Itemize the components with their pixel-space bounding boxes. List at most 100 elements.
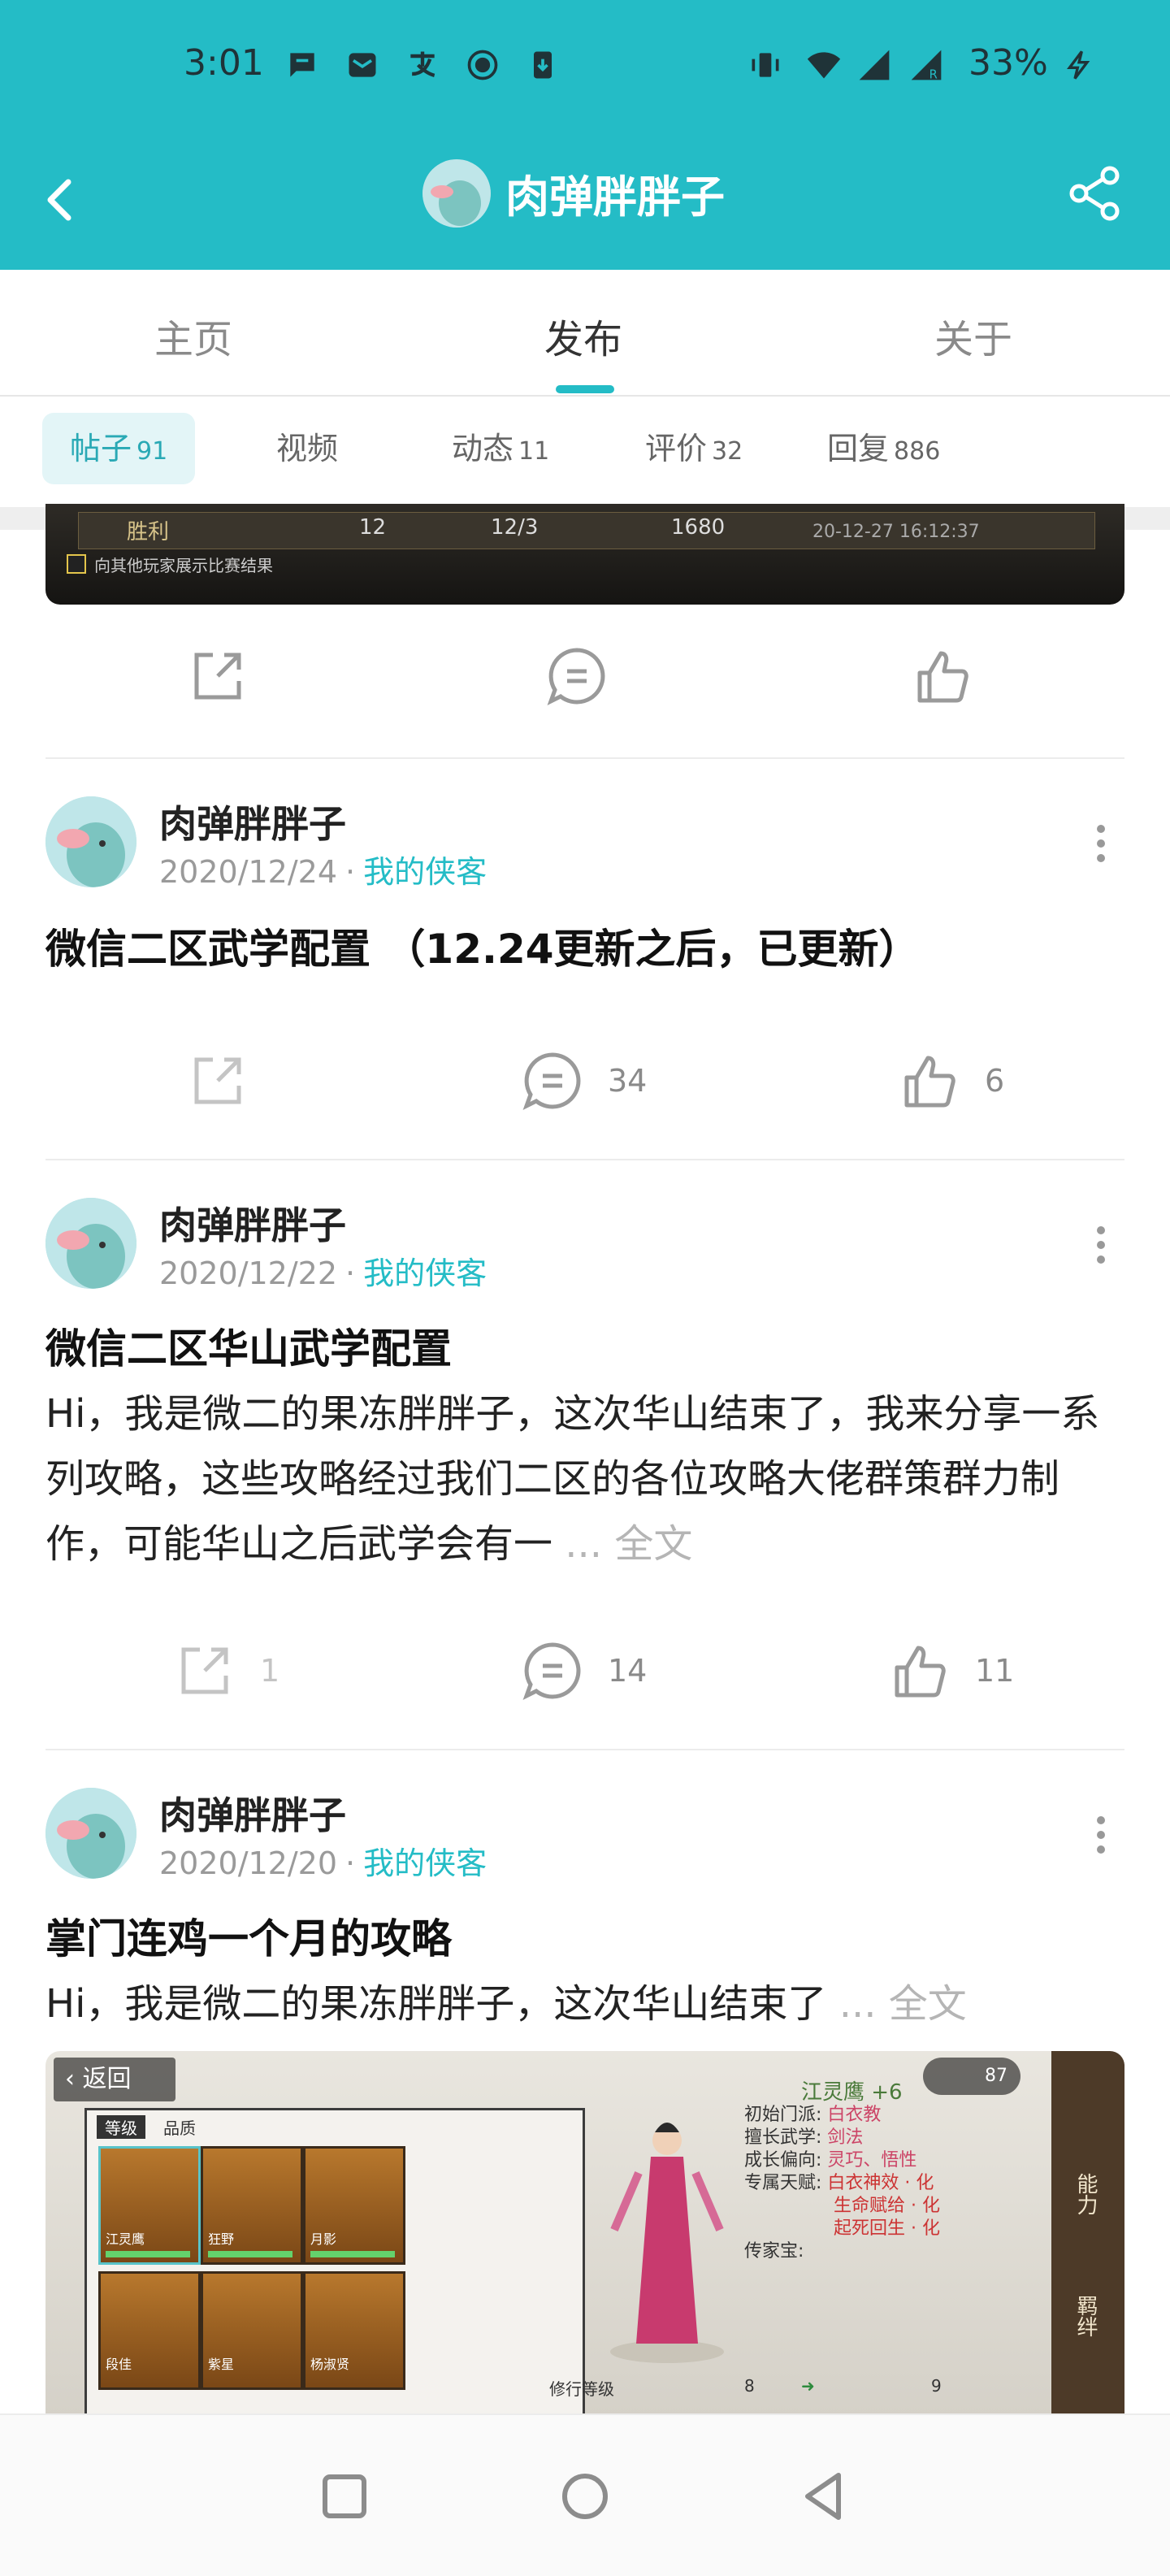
post-body[interactable]: Hi，我是微二的果冻胖胖子，这次华山结束了 ... 全文 — [46, 1971, 1126, 2036]
charging-icon — [1063, 47, 1095, 80]
card-level-bar — [106, 2251, 190, 2257]
comment-count: 34 — [608, 1063, 648, 1099]
checkbox-icon — [67, 554, 86, 574]
tab-home[interactable]: 主页 — [154, 307, 232, 364]
post-meta: 2020/12/20 · 我的侠客 — [159, 1838, 487, 1883]
like-action[interactable] — [910, 644, 975, 709]
download-icon — [525, 47, 557, 80]
character-stats: 初始门派: 白衣教 擅长武学: 剑法 成长偏向: 灵巧、悟性 专属天赋: 白衣神… — [744, 2100, 940, 2262]
post-title[interactable]: 微信二区武学配置 （12.24更新之后，已更新） — [46, 917, 920, 975]
post-excerpt: Hi，我是微二的果冻胖胖子，这次华山结束了 — [46, 1981, 827, 2027]
full-text-link[interactable]: ... 全文 — [565, 1521, 692, 1567]
character-card: 江灵鹰 — [98, 2146, 201, 2265]
wifi-icon — [804, 47, 841, 80]
result-value: 1680 — [671, 515, 726, 540]
divider — [46, 1159, 1124, 1160]
full-text-link[interactable]: ... 全文 — [839, 1981, 967, 2027]
more-options-icon[interactable] — [1089, 1811, 1113, 1859]
chip-label: 视频 — [276, 431, 339, 466]
like-count: 6 — [985, 1063, 1005, 1099]
chip-posts[interactable]: 帖子 91 — [42, 413, 196, 484]
back-nav-button[interactable] — [793, 2464, 858, 2529]
result-label: 胜利 — [127, 520, 170, 544]
post-image[interactable]: 胜利 12 12/3 1680 20-12-27 16:12:37 向其他玩家展… — [46, 504, 1124, 605]
post-meta: 2020/12/22 · 我的侠客 — [159, 1248, 487, 1293]
post-date: 2020/12/24 — [159, 854, 338, 890]
avatar[interactable] — [46, 1198, 136, 1289]
like-action[interactable]: 6 — [897, 1048, 1004, 1113]
divider — [46, 757, 1124, 759]
character-figure — [610, 2123, 724, 2363]
svg-text:R: R — [930, 68, 938, 82]
meta-separator: · — [345, 854, 356, 890]
post-tag[interactable]: 我的侠客 — [363, 1255, 487, 1291]
share-action[interactable] — [185, 1048, 250, 1113]
chip-reviews[interactable]: 评价 32 — [645, 413, 743, 484]
tab-posts[interactable]: 发布 — [544, 307, 622, 364]
post-title[interactable]: 掌门连鸡一个月的攻略 — [46, 1906, 452, 1965]
author-name[interactable]: 肉弹胖胖子 — [159, 1196, 346, 1250]
chip-count: 91 — [136, 437, 168, 466]
chip-activity[interactable]: 动态 11 — [452, 413, 549, 484]
triangle-back-icon — [805, 2473, 841, 2520]
mail-icon — [344, 47, 377, 80]
comment-action[interactable]: 14 — [520, 1638, 647, 1703]
thumbs-up-icon — [904, 1056, 956, 1108]
side-label: 羁绊 — [1073, 2295, 1098, 2337]
share-out-icon — [181, 1647, 228, 1694]
active-tab-indicator — [556, 385, 614, 393]
character-card: 段佳 — [98, 2271, 201, 2390]
side-label: 能力 — [1073, 2173, 1098, 2215]
card-name: 狂野 — [208, 2231, 235, 2247]
page-title: 肉弹胖胖子 — [505, 171, 725, 223]
tab-about[interactable]: 关于 — [934, 307, 1012, 364]
back-arrow-icon: ‹ — [65, 2065, 75, 2093]
avatar[interactable] — [46, 796, 136, 887]
thumbs-up-icon — [895, 1646, 946, 1698]
character-card: 杨淑贤 — [303, 2271, 405, 2390]
post-tag[interactable]: 我的侠客 — [363, 854, 487, 890]
avatar[interactable] — [46, 1788, 136, 1879]
status-bar: 3:01 R 33% — [0, 0, 1170, 130]
post-filter-chips: 帖子 91 视频 动态 11 评价 32 回复 886 — [0, 397, 1170, 507]
card-level-bar — [310, 2251, 395, 2257]
post-title[interactable]: 微信二区华山武学配置 — [46, 1316, 452, 1375]
thumbs-up-icon — [917, 651, 968, 703]
game-tab: 等级 — [97, 2115, 145, 2139]
level-next: 9 — [931, 2376, 942, 2396]
vibrate-icon — [748, 47, 780, 80]
chip-replies[interactable]: 回复 886 — [827, 413, 940, 484]
back-button[interactable] — [36, 163, 93, 236]
header-avatar — [422, 159, 491, 228]
chip-label: 评价 — [645, 431, 708, 466]
share-action[interactable] — [185, 644, 250, 709]
post-image[interactable]: ‹ 返回 87 等级 品质 江灵鹰 狂野 月影 段佳 紫星 杨淑贤 江灵鹰 +6… — [46, 2051, 1124, 2417]
comment-icon — [522, 1052, 581, 1111]
level-row: 修行等级 8 ➜ 9 — [549, 2376, 988, 2400]
recent-apps-button[interactable] — [312, 2464, 377, 2529]
share-out-icon — [194, 653, 241, 700]
character-card: 月影 — [303, 2146, 405, 2265]
post-tag[interactable]: 我的侠客 — [363, 1845, 487, 1881]
home-button[interactable] — [552, 2464, 618, 2529]
share-icon[interactable] — [1061, 159, 1129, 228]
comment-action[interactable]: 34 — [520, 1048, 647, 1113]
more-options-icon[interactable] — [1089, 819, 1113, 868]
comment-action[interactable] — [544, 644, 609, 709]
author-name[interactable]: 肉弹胖胖子 — [159, 795, 346, 848]
level-label: 修行等级 — [549, 2379, 614, 2399]
profile-header: 肉弹胖胖子 — [0, 130, 1170, 270]
like-action[interactable]: 11 — [887, 1638, 1014, 1703]
message-icon — [284, 47, 317, 80]
chip-videos[interactable]: 视频 — [276, 413, 338, 484]
share-action[interactable]: 1 — [172, 1638, 280, 1703]
post-body[interactable]: Hi，我是微二的果冻胖胖子，这次华山结束了，我来分享一系列攻略，这些攻略经过我们… — [46, 1381, 1126, 1576]
author-name[interactable]: 肉弹胖胖子 — [159, 1786, 346, 1840]
game-tab: 品质 — [163, 2118, 196, 2138]
more-options-icon[interactable] — [1089, 1221, 1113, 1269]
meta-separator: · — [345, 1255, 356, 1291]
character-panel: 等级 品质 江灵鹰 狂野 月影 段佳 紫星 杨淑贤 — [84, 2108, 585, 2417]
result-time: 20-12-27 16:12:37 — [812, 522, 980, 542]
currency-badge: 87 — [923, 2058, 1020, 2095]
game-back-label: ‹ 返回 — [54, 2058, 176, 2101]
